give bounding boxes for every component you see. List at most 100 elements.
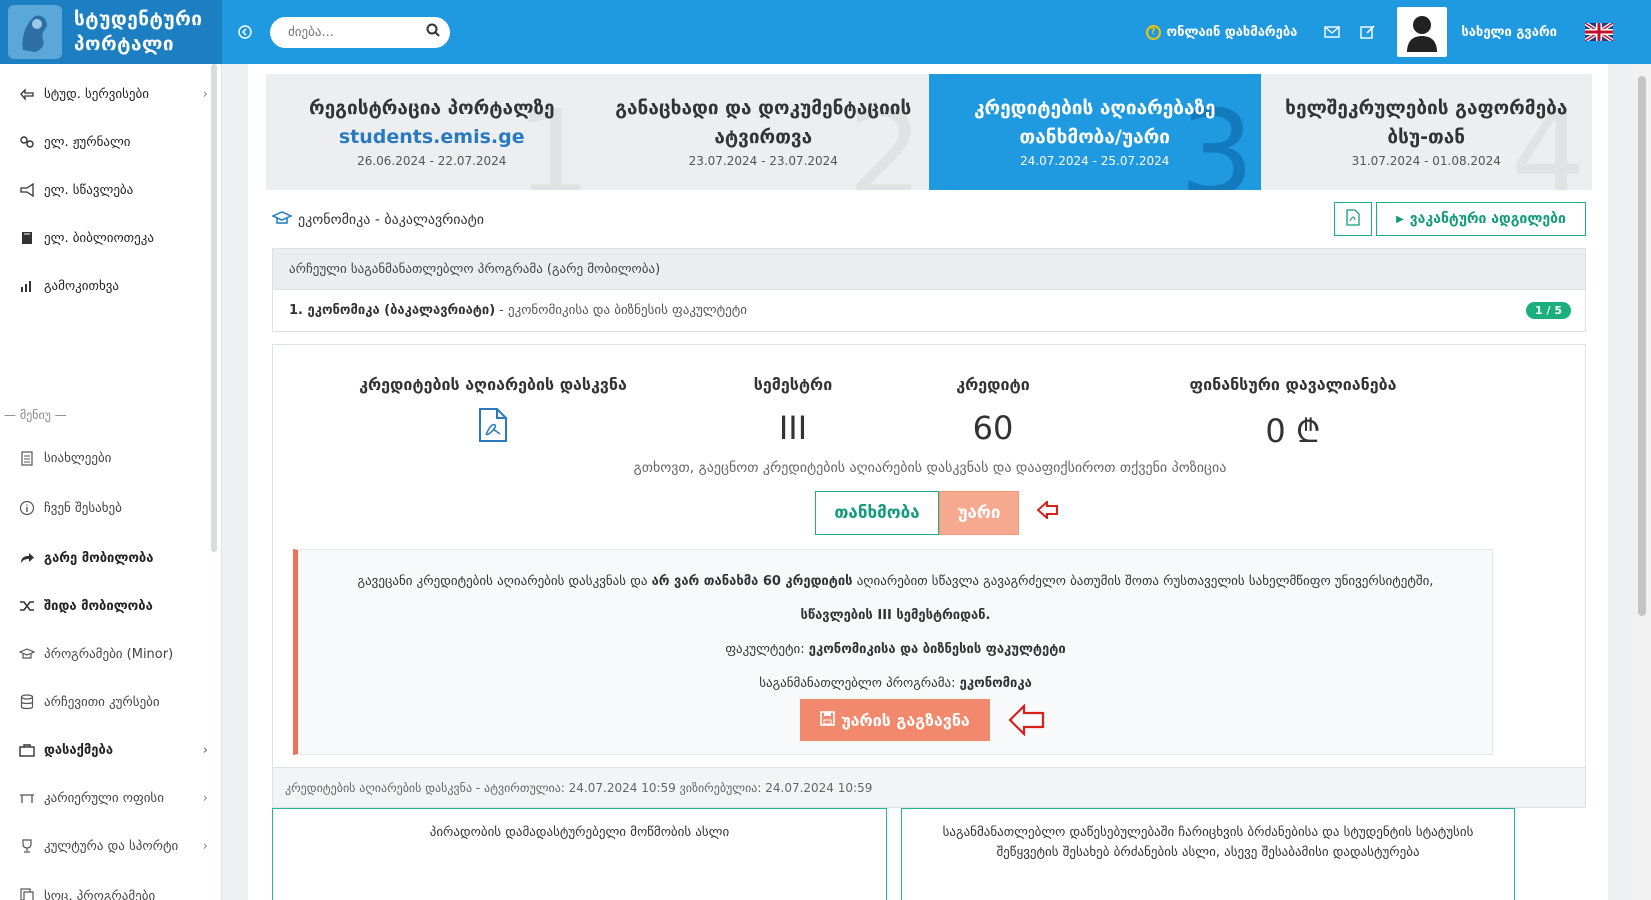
uk-flag-icon[interactable] xyxy=(1583,21,1615,43)
sidebar-item-internal-mobility[interactable]: შიდა მობილობა xyxy=(18,594,208,618)
refusal-statement: არ ვარ თანახმა 60 კრედიტის xyxy=(651,574,853,589)
document-title: საგანმანათლებლო დაწესებულებაში ჩარიცხვის… xyxy=(942,825,1474,860)
emis-link[interactable]: students.emis.ge xyxy=(266,123,598,152)
database-icon xyxy=(18,694,36,710)
step-title: რეგისტრაცია პორტალზე xyxy=(308,97,555,119)
sidebar-item-employment[interactable]: დასაქმება › xyxy=(18,738,208,762)
sidebar-item-e-learning[interactable]: ელ. სწავლება xyxy=(18,178,208,202)
refuse-button[interactable]: უარი xyxy=(939,491,1019,535)
graduation-cap-icon xyxy=(271,210,293,230)
notice-program: ეკონომიკა xyxy=(959,676,1032,691)
sidebar-item-student-services[interactable]: სტუდ. სერვისები › xyxy=(18,82,208,106)
step-title: კრედიტების აღიარებაზე თანხმობა/უარი xyxy=(973,97,1216,148)
selected-program-faculty: - ეკონომიკისა და ბიზნესის ფაკულტეტი xyxy=(499,303,747,318)
step-date: 31.07.2024 - 01.08.2024 xyxy=(1351,154,1501,168)
copy-icon xyxy=(18,888,36,900)
clipboard-icon xyxy=(18,450,36,466)
debt-label: ფინანსური დავალიანება xyxy=(1189,375,1397,394)
save-icon xyxy=(820,710,836,730)
edit-icon[interactable] xyxy=(1357,21,1379,43)
agree-button[interactable]: თანხმობა xyxy=(815,491,939,535)
pdf-document-icon[interactable] xyxy=(478,407,508,447)
priority-badge: 1 / 5 xyxy=(1526,302,1571,319)
chevron-right-icon: › xyxy=(202,86,208,102)
document-card-id[interactable]: პირადობის დამადასტურებელი მოწმობის ასლი xyxy=(272,808,887,900)
mail-icon[interactable] xyxy=(1321,21,1343,43)
instruction-text: გთხოვთ, გაეცნოთ კრედიტების აღიარების დას… xyxy=(633,460,1227,476)
sidebar-item-external-mobility[interactable]: გარე მობილობა xyxy=(18,546,208,570)
book-icon xyxy=(18,230,36,246)
logo[interactable]: სტუდენტური პორტალი xyxy=(0,0,222,64)
semester-value: III xyxy=(778,409,808,447)
trophy-icon xyxy=(18,838,36,854)
sidebar-toggle-icon[interactable] xyxy=(234,21,256,43)
top-bar: სტუდენტური პორტალი ? ონლაინ დახმარება სა… xyxy=(0,0,1651,64)
chevron-right-icon: › xyxy=(202,838,208,854)
caret-right-icon: ▶ xyxy=(1396,213,1404,225)
graduation-cap-icon xyxy=(18,646,36,662)
sidebar-item-career-office[interactable]: კარიერული ოფისი › xyxy=(18,786,208,810)
debt-value: 0 ₾ xyxy=(1265,412,1321,450)
step-contract: 4 ხელშეკრულების გაფორმება ბსუ-თან 31.07.… xyxy=(1261,74,1593,190)
search-box[interactable] xyxy=(270,16,450,48)
sidebar-item-survey[interactable]: გამოკითხვა xyxy=(18,274,208,298)
vacancies-button[interactable]: ▶ ვაკანტური ადგილები xyxy=(1376,202,1586,236)
main-content: 1 რეგისტრაცია პორტალზე students.emis.ge … xyxy=(248,64,1608,900)
bar-chart-icon xyxy=(18,278,36,294)
document-title: პირადობის დამადასტურებელი მოწმობის ასლი xyxy=(429,825,730,840)
online-help-label: ონლაინ დახმარება xyxy=(1166,24,1298,40)
step-title: განაცხადი და დოკუმენტაციის ატვირთვა xyxy=(615,97,912,148)
semester-statement: სწავლების III სემესტრიდან. xyxy=(800,608,991,623)
user-name[interactable]: სახელი გვარი xyxy=(1461,25,1557,40)
arrow-left-icon xyxy=(1036,499,1059,523)
desk-icon xyxy=(18,790,36,806)
hand-pointer-icon xyxy=(18,86,36,102)
step-credit-recognition: 3 კრედიტების აღიარებაზე თანხმობა/უარი 24… xyxy=(929,74,1261,190)
scrollbar-thumb[interactable] xyxy=(1638,76,1646,616)
sidebar: სტუდ. სერვისები › ელ. ჟურნალი ელ. სწავლე… xyxy=(0,64,222,900)
sidebar-item-about[interactable]: ჩვენ შესახებ xyxy=(18,496,208,520)
sidebar-item-library[interactable]: ელ. ბიბლიოთეკა xyxy=(18,226,208,250)
menu-divider: — მენიუ — xyxy=(4,408,67,422)
selected-program-header: არჩეული საგანმანათლებლო პროგრამა (გარე მ… xyxy=(272,248,1586,290)
document-card-enrollment[interactable]: საგანმანათლებლო დაწესებულებაში ჩარიცხვის… xyxy=(901,808,1515,900)
recognition-card: კრედიტების აღიარების დასკვნა სემესტრი კრ… xyxy=(272,344,1586,808)
conclusion-label: კრედიტების აღიარების დასკვნა xyxy=(359,375,627,394)
notice-faculty: ეკონომიკისა და ბიზნესის ფაკულტეტი xyxy=(808,642,1066,657)
sidebar-item-minor-programs[interactable]: პროგრამები (Minor) xyxy=(18,642,208,666)
upload-meta: კრედიტების აღიარების დასკვნა - ატვირთული… xyxy=(273,767,1585,807)
step-application: 2 განაცხადი და დოკუმენტაციის ატვირთვა 23… xyxy=(598,74,930,190)
search-input[interactable] xyxy=(288,24,426,40)
briefcase-icon xyxy=(18,742,36,758)
pdf-download-button[interactable] xyxy=(1334,202,1372,236)
search-icon[interactable] xyxy=(426,23,440,41)
avatar[interactable] xyxy=(1397,7,1448,57)
step-registration: 1 რეგისტრაცია პორტალზე students.emis.ge … xyxy=(266,74,598,190)
sidebar-item-news[interactable]: სიახლეები xyxy=(18,446,208,470)
step-title: ხელშეკრულების გაფორმება ბსუ-თან xyxy=(1285,97,1568,148)
sidebar-scrollbar[interactable] xyxy=(211,64,217,552)
chevron-right-icon: › xyxy=(202,742,208,758)
info-icon xyxy=(18,500,36,516)
step-date: 24.07.2024 - 25.07.2024 xyxy=(1020,154,1170,168)
shuffle-icon xyxy=(18,598,36,614)
sidebar-item-elective-courses[interactable]: არჩევითი კურსები xyxy=(18,690,208,714)
online-help-link[interactable]: ? ონლაინ დახმარება xyxy=(1145,24,1298,40)
send-refusal-button[interactable]: უარის გაგზავნა xyxy=(800,699,990,741)
share-icon xyxy=(18,550,36,566)
step-progress: 1 რეგისტრაცია პორტალზე students.emis.ge … xyxy=(266,74,1592,190)
semester-label: სემესტრი xyxy=(753,375,833,394)
credit-value: 60 xyxy=(972,409,1014,447)
arrow-left-icon xyxy=(1008,703,1046,740)
page-scrollbar[interactable] xyxy=(1633,64,1651,900)
step-date: 26.06.2024 - 22.07.2024 xyxy=(357,154,507,168)
link-icon xyxy=(18,134,36,150)
program-title: ეკონომიკა - ბაკალავრიატი xyxy=(271,210,484,230)
sidebar-item-culture-sport[interactable]: კულტურა და სპორტი › xyxy=(18,834,208,858)
sidebar-item-social-programs[interactable]: სოც. პროგრამები xyxy=(18,884,208,900)
university-emblem-icon xyxy=(8,5,62,59)
logo-line2: პორტალი xyxy=(74,33,175,55)
sidebar-item-journal[interactable]: ელ. ჟურნალი xyxy=(18,130,208,154)
chevron-right-icon: › xyxy=(202,790,208,806)
selected-program-row: 1. ეკონომიკა (ბაკალავრიატი) - ეკონომიკის… xyxy=(272,290,1586,332)
